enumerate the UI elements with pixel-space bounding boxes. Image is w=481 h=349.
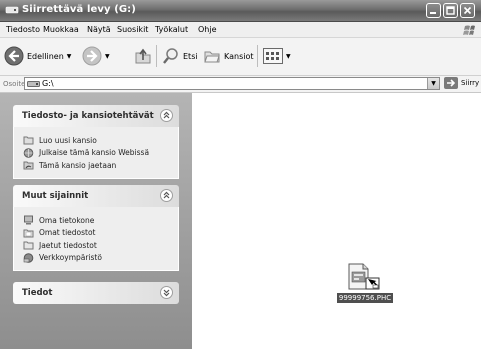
file-tasks-header[interactable]: Tiedosto- ja kansiotehtävät (13, 105, 179, 127)
search-button[interactable]: Etsi (162, 47, 198, 65)
address-dropdown-icon[interactable]: ▼ (427, 78, 439, 89)
collapse-chevron-icon[interactable] (160, 189, 173, 202)
maximize-button[interactable] (443, 3, 458, 18)
menu-tools[interactable]: Työkalut (155, 25, 188, 34)
close-button[interactable] (460, 3, 475, 18)
address-label: Osoite (3, 80, 26, 88)
file-list-area[interactable]: 99999756.PHC (192, 93, 481, 349)
place-label: Oma tietokone (39, 215, 95, 225)
phc-file-icon (345, 263, 381, 291)
place-network[interactable]: Verkkoympäristö (14, 252, 178, 265)
file-tasks-title: Tiedosto- ja kansiotehtävät (22, 111, 154, 121)
place-shared-documents[interactable]: Jaetut tiedostot (14, 239, 178, 252)
up-folder-button[interactable] (134, 47, 152, 65)
up-folder-icon (135, 48, 151, 64)
title-bar[interactable]: Siirrettävä levy (G:) (0, 0, 481, 22)
address-input[interactable]: G:\ ▼ (24, 77, 440, 90)
collapse-chevron-icon[interactable] (160, 109, 173, 122)
shared-folder-icon (23, 161, 34, 170)
place-label: Omat tiedostot (39, 228, 96, 238)
expand-chevron-icon[interactable] (160, 286, 173, 299)
place-label: Verkkoympäristö (39, 253, 102, 263)
views-icon (263, 48, 283, 64)
place-label: Jaetut tiedostot (39, 240, 97, 250)
menu-file[interactable]: Tiedosto (6, 25, 40, 34)
task-pane: Tiedosto- ja kansiotehtävät Luo uusi kan… (0, 93, 192, 349)
toolbar-separator (257, 45, 258, 67)
address-bar: Osoite G:\ ▼ Siirry (0, 76, 481, 93)
details-header[interactable]: Tiedot (13, 282, 179, 304)
views-dropdown-icon[interactable]: ▼ (286, 53, 291, 60)
forward-dropdown-icon[interactable]: ▼ (105, 53, 110, 60)
windows-logo-icon (456, 22, 480, 37)
folders-label: Kansiot (224, 51, 254, 61)
task-label: Julkaise tämä kansio Webissä (39, 148, 150, 158)
menu-bar: Tiedosto Muokkaa Näytä Suosikit Työkalut… (0, 22, 481, 38)
documents-folder-icon (23, 229, 34, 238)
file-item[interactable]: 99999756.PHC (330, 263, 400, 303)
place-my-computer[interactable]: Oma tietokone (14, 214, 178, 227)
computer-icon (24, 215, 33, 225)
details-panel: Tiedot (13, 282, 179, 304)
menu-help[interactable]: Ohje (198, 25, 217, 34)
maximize-icon (446, 6, 455, 15)
explorer-window: Siirrettävä levy (G:) Tiedosto Muokkaa N… (0, 0, 481, 349)
drive-icon (5, 4, 19, 16)
drive-icon (27, 81, 40, 87)
folders-button[interactable]: Kansiot (203, 47, 254, 65)
search-icon (163, 48, 178, 64)
close-icon (463, 6, 472, 15)
forward-arrow-icon (82, 46, 102, 66)
menu-edit[interactable]: Muokkaa (43, 25, 79, 34)
task-publish-web[interactable]: Julkaise tämä kansio Webissä (14, 147, 178, 160)
other-places-header[interactable]: Muut sijainnit (13, 185, 179, 207)
back-arrow-icon (4, 46, 24, 66)
details-title: Tiedot (22, 288, 53, 298)
folders-icon (204, 51, 220, 63)
address-value: G:\ (42, 79, 54, 88)
window-title: Siirrettävä levy (G:) (22, 4, 136, 15)
back-label: Edellinen (27, 51, 64, 61)
go-label: Siirry (461, 79, 480, 87)
forward-button[interactable]: ▼ (82, 46, 110, 66)
file-tasks-panel: Tiedosto- ja kansiotehtävät Luo uusi kan… (13, 105, 179, 179)
search-label: Etsi (183, 51, 198, 61)
go-arrow-icon (444, 77, 458, 89)
place-my-documents[interactable]: Omat tiedostot (14, 227, 178, 240)
minimize-icon (430, 12, 436, 14)
task-new-folder[interactable]: Luo uusi kansio (14, 134, 178, 147)
menu-view[interactable]: Näytä (87, 25, 111, 34)
folder-icon (23, 241, 34, 250)
other-places-panel: Muut sijainnit Oma tietokone Omat tiedos… (13, 185, 179, 271)
views-button[interactable]: ▼ (263, 48, 291, 64)
minimize-button[interactable] (426, 3, 441, 18)
menu-favorites[interactable]: Suosikit (117, 25, 148, 34)
back-dropdown-icon[interactable]: ▼ (67, 53, 72, 60)
go-button[interactable]: Siirry (444, 77, 479, 89)
file-tasks-body: Luo uusi kansio Julkaise tämä kansio Web… (13, 127, 179, 179)
file-name-label: 99999756.PHC (336, 293, 394, 303)
task-label: Luo uusi kansio (39, 135, 97, 145)
task-share-folder[interactable]: Tämä kansio jaetaan (14, 159, 178, 172)
other-places-title: Muut sijainnit (22, 191, 89, 201)
globe-icon (23, 147, 34, 158)
other-places-body: Oma tietokone Omat tiedostot Jaetut tied… (13, 207, 179, 271)
task-label: Tämä kansio jaetaan (39, 160, 117, 170)
new-folder-icon (23, 136, 34, 145)
toolbar: Edellinen ▼ ▼ Etsi Kansiot ▼ (0, 38, 481, 76)
back-button[interactable]: Edellinen ▼ (4, 46, 71, 66)
network-icon (23, 252, 34, 263)
toolbar-separator (156, 45, 157, 67)
